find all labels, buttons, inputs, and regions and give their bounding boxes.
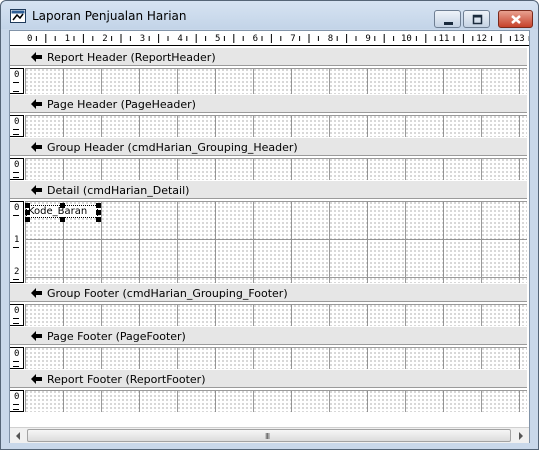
- ruler-tick-label: 8: [328, 34, 333, 44]
- vertical-ruler-tick: [13, 215, 19, 216]
- section-bar[interactable]: Detail (cmdHarian_Detail): [10, 180, 527, 199]
- vertical-ruler-tick: [13, 279, 19, 280]
- selection-handle[interactable]: [25, 203, 30, 208]
- vertical-ruler-label: 0: [14, 349, 20, 359]
- section-vertical-ruler: 0: [10, 347, 24, 369]
- section-label: Group Header (cmdHarian_Grouping_Header): [47, 141, 298, 154]
- section-arrow-icon: [31, 52, 42, 62]
- report-designer-window: Laporan Penjualan Harian 0 1 2 3 4 5 6 7 8 9 10 11 1…: [0, 0, 539, 450]
- vertical-ruler-tick: [13, 323, 19, 324]
- section-arrow-icon: [31, 331, 42, 341]
- close-button[interactable]: [498, 10, 533, 28]
- section-vertical-ruler: 0: [10, 390, 24, 412]
- vertical-ruler-tick: [13, 172, 19, 173]
- ruler-tick-label: 7: [290, 34, 295, 44]
- minimize-icon: [444, 22, 453, 25]
- horizontal-ruler[interactable]: 0 1 2 3 4 5 6 7 8 9 10 11 12 13: [10, 31, 529, 46]
- maximize-button[interactable]: [463, 10, 490, 28]
- title-bar[interactable]: Laporan Penjualan Harian: [1, 1, 538, 29]
- section-vertical-ruler: 0: [10, 115, 24, 137]
- ruler-tick-label: 13: [514, 34, 525, 44]
- section-vertical-ruler: 0 1 2: [10, 201, 24, 283]
- section-bar[interactable]: Group Footer (cmdHarian_Grouping_Footer): [10, 283, 527, 302]
- vertical-ruler-tick: [13, 177, 19, 178]
- vertical-ruler-tick: [13, 247, 19, 248]
- selection-handle[interactable]: [25, 217, 30, 222]
- ruler-tick-label: 6: [253, 34, 258, 44]
- vertical-ruler-label: 0: [14, 70, 20, 80]
- close-icon: [511, 15, 521, 24]
- vertical-ruler-tick: [13, 134, 19, 135]
- scroll-left-arrow-icon[interactable]: [10, 428, 26, 444]
- selection-handle[interactable]: [96, 203, 101, 208]
- section-design-grid[interactable]: [25, 304, 527, 326]
- minimize-button[interactable]: [434, 10, 461, 28]
- section-label: Report Header (ReportHeader): [47, 51, 216, 64]
- section-label: Detail (cmdHarian_Detail): [47, 184, 190, 197]
- vertical-ruler-tick: [13, 409, 19, 410]
- design-surface: 0 1 2 3 4 5 6 7 8 9 10 11 12 13 Report Header (Report…: [9, 30, 530, 443]
- ruler-tick-label: 4: [177, 34, 182, 44]
- section-design-grid[interactable]: [25, 68, 527, 94]
- section-arrow-icon: [31, 185, 42, 195]
- selection-handle[interactable]: [96, 210, 101, 215]
- selection-handle[interactable]: [96, 217, 101, 222]
- vertical-ruler-label: 0: [14, 392, 20, 402]
- ruler-tick-label: 0: [27, 34, 32, 44]
- scroll-right-arrow-icon[interactable]: [513, 428, 529, 444]
- vertical-ruler-label: 0: [14, 306, 20, 316]
- selection-handle[interactable]: [60, 203, 65, 208]
- section-arrow-icon: [31, 142, 42, 152]
- scroll-thumb[interactable]: III: [27, 429, 511, 442]
- section-label: Page Header (PageHeader): [47, 98, 196, 111]
- vertical-ruler-label: 2: [14, 267, 20, 277]
- section-design-grid[interactable]: [25, 390, 527, 412]
- vertical-ruler-tick: [13, 91, 19, 92]
- section-bar[interactable]: Report Footer (ReportFooter): [10, 369, 527, 388]
- section-arrow-icon: [31, 288, 42, 298]
- section-label: Report Footer (ReportFooter): [47, 373, 206, 386]
- section-label: Group Footer (cmdHarian_Grouping_Footer): [47, 287, 288, 300]
- ruler-tick-label: 12: [476, 34, 487, 44]
- vertical-ruler-tick: [13, 361, 19, 362]
- report-app-icon: [10, 9, 26, 23]
- selection-handle[interactable]: [25, 210, 30, 215]
- section-design-grid[interactable]: [25, 158, 527, 180]
- section-vertical-ruler: 0: [10, 68, 24, 94]
- vertical-ruler-label: 1: [14, 235, 20, 245]
- ruler-tick-label: 9: [365, 34, 370, 44]
- ruler-tick-label: 10: [401, 34, 412, 44]
- vertical-ruler-label: 0: [14, 160, 20, 170]
- ruler-tick-label: 11: [439, 34, 450, 44]
- ruler-tick-label: 3: [140, 34, 145, 44]
- ruler-scale: 0 1 2 3 4 5 6 7 8 9 10 11 12 13: [27, 34, 529, 44]
- vertical-ruler-label: 0: [14, 117, 20, 127]
- section-bar[interactable]: Group Header (cmdHarian_Grouping_Header): [10, 137, 527, 156]
- vertical-ruler-label: 0: [14, 203, 20, 213]
- vertical-ruler-tick: [13, 82, 19, 83]
- vertical-ruler-tick: [13, 318, 19, 319]
- section-vertical-ruler: 0: [10, 158, 24, 180]
- section-design-grid[interactable]: [25, 115, 527, 137]
- ruler-tick-label: 2: [102, 34, 107, 44]
- section-arrow-icon: [31, 374, 42, 384]
- window-title: Laporan Penjualan Harian: [32, 9, 187, 23]
- section-arrow-icon: [31, 99, 42, 109]
- section-bar[interactable]: Page Footer (PageFooter): [10, 326, 527, 345]
- maximize-icon: [472, 14, 483, 25]
- section-bar[interactable]: Page Header (PageHeader): [10, 94, 527, 113]
- section-vertical-ruler: 0: [10, 304, 24, 326]
- section-design-grid[interactable]: [25, 347, 527, 369]
- section-label: Page Footer (PageFooter): [47, 330, 186, 343]
- vertical-ruler-tick: [13, 404, 19, 405]
- ruler-tick-label: 5: [215, 34, 220, 44]
- scroll-grip: III: [265, 432, 270, 441]
- vertical-ruler-tick: [13, 366, 19, 367]
- horizontal-scrollbar[interactable]: III: [10, 427, 529, 443]
- vertical-ruler-tick: [13, 129, 19, 130]
- section-bar[interactable]: Report Header (ReportHeader): [10, 47, 527, 66]
- selection-handle[interactable]: [60, 217, 65, 222]
- ruler-tick-label: 1: [65, 34, 70, 44]
